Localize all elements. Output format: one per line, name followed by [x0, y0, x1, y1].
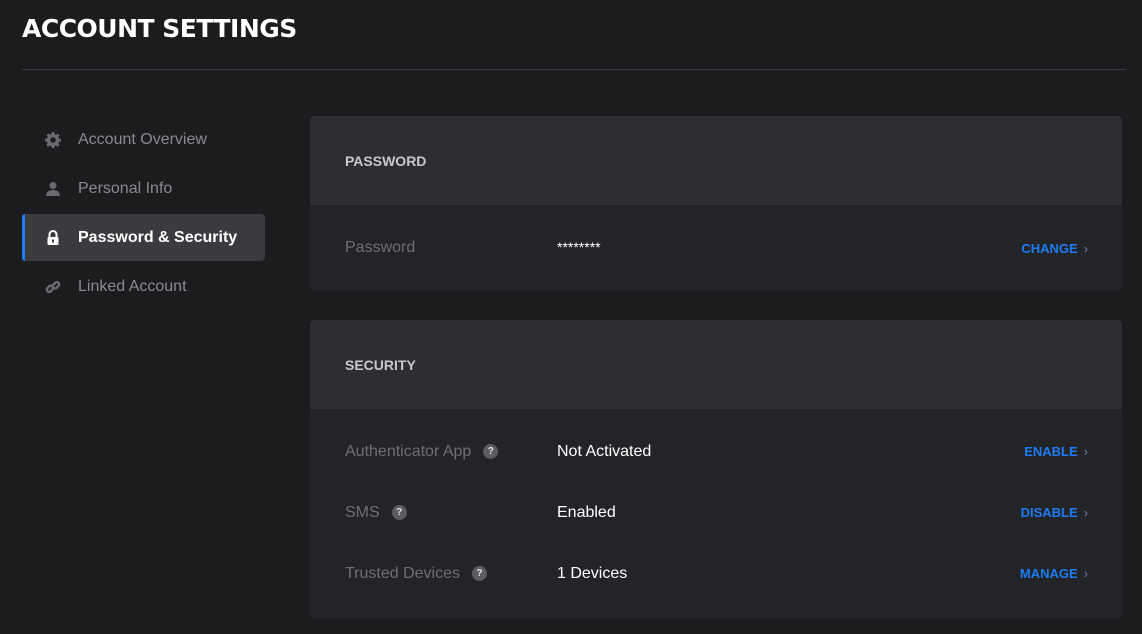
password-card-title: PASSWORD: [310, 116, 1122, 205]
password-label: Password: [345, 239, 416, 256]
manage-label: MANAGE: [1019, 566, 1078, 581]
password-value: ********: [557, 239, 601, 255]
trusted-devices-label: Trusted Devices: [345, 564, 460, 582]
sms-label: SMS: [345, 503, 380, 521]
disable-sms-button[interactable]: DISABLE ›: [1021, 505, 1088, 520]
help-icon[interactable]: ?: [391, 505, 407, 520]
help-icon[interactable]: ?: [472, 566, 487, 581]
sidebar: Account Overview Personal Info Password …: [22, 116, 265, 312]
sidebar-item-label: Password & Security: [78, 228, 238, 246]
lock-icon: [45, 229, 61, 246]
chevron-right-icon: ›: [1083, 240, 1088, 256]
sidebar-item-label: Linked Account: [78, 277, 187, 295]
sidebar-item-password-security[interactable]: Password & Security: [22, 214, 265, 261]
security-card-title: SECURITY: [310, 320, 1122, 409]
gear-icon: [45, 131, 61, 148]
change-password-label: CHANGE: [1021, 240, 1078, 256]
authenticator-app-label: Authenticator App: [345, 442, 472, 460]
sms-label-wrap: SMS ?: [345, 504, 407, 522]
chevron-right-icon: ›: [1083, 505, 1088, 520]
chevron-right-icon: ›: [1083, 566, 1088, 581]
chevron-right-icon: ›: [1083, 444, 1088, 459]
title-divider: [22, 69, 1126, 70]
enable-authenticator-button[interactable]: ENABLE ›: [1024, 444, 1088, 459]
sidebar-item-account-overview[interactable]: Account Overview: [22, 116, 265, 163]
page-title: ACCOUNT SETTINGS: [22, 14, 297, 43]
change-password-button[interactable]: CHANGE ›: [1021, 241, 1088, 256]
trusted-devices-row: Trusted Devices ? 1 Devices MANAGE ›: [310, 543, 1122, 604]
manage-devices-button[interactable]: MANAGE ›: [1020, 566, 1088, 581]
user-icon: [45, 181, 61, 197]
password-row: Password ******** CHANGE ›: [310, 205, 1122, 291]
sidebar-item-label: Account Overview: [78, 130, 207, 148]
authenticator-app-row: Authenticator App ? Not Activated ENABLE…: [310, 421, 1122, 482]
trusted-devices-label-wrap: Trusted Devices ?: [345, 565, 487, 583]
link-icon: [45, 279, 61, 295]
sms-status: Enabled: [557, 503, 616, 521]
sidebar-item-linked-account[interactable]: Linked Account: [22, 263, 265, 310]
help-icon[interactable]: ?: [483, 444, 499, 459]
sidebar-item-personal-info[interactable]: Personal Info: [22, 165, 265, 212]
trusted-devices-count: 1 Devices: [557, 564, 628, 582]
enable-label: ENABLE: [1024, 444, 1078, 459]
authenticator-app-status: Not Activated: [557, 442, 652, 460]
security-card: SECURITY Authenticator App ? Not Activat…: [310, 320, 1122, 619]
sms-row: SMS ? Enabled DISABLE ›: [310, 482, 1122, 543]
password-card: PASSWORD Password ******** CHANGE ›: [310, 116, 1122, 291]
sidebar-item-label: Personal Info: [78, 179, 173, 197]
disable-label: DISABLE: [1020, 505, 1078, 520]
authenticator-app-label-wrap: Authenticator App ?: [345, 442, 499, 461]
